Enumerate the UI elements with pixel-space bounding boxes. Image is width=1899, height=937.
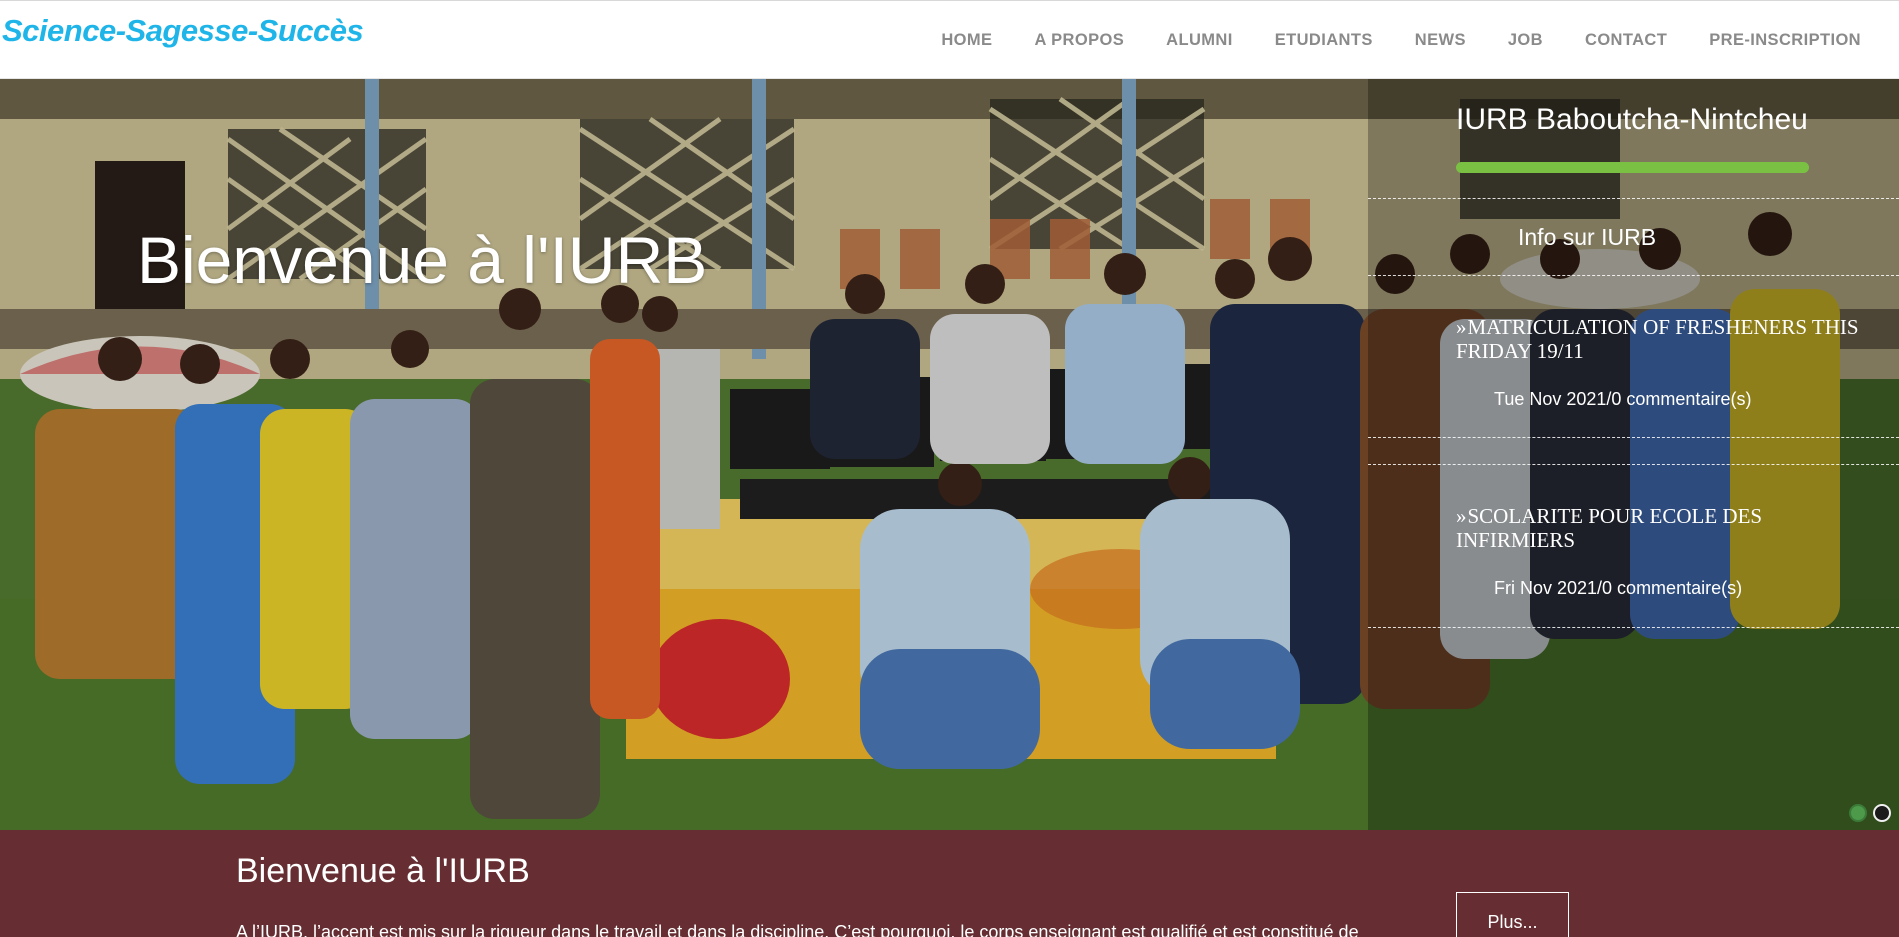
main-nav: HOME A PROPOS ALUMNI ETUDIANTS NEWS JOB … [920, 31, 1861, 50]
side-panel-title: IURB Baboutcha-Nintcheu [1456, 103, 1808, 136]
divider [1368, 437, 1899, 438]
side-panel-accent-bar [1456, 162, 1809, 173]
news-meta: Fri Nov 2021/0 commentaire(s) [1494, 578, 1743, 598]
divider [1368, 464, 1899, 465]
nav-item-alumni[interactable]: ALUMNI [1145, 31, 1254, 50]
news-item[interactable]: »MATRICULATION OF FRESHENERS THIS FRIDAY… [1456, 315, 1876, 410]
site-brand[interactable]: Science-Sagesse-Succès [2, 13, 364, 49]
nav-item-contact[interactable]: CONTACT [1564, 31, 1688, 50]
news-title-text: MATRICULATION OF FRESHENERS THIS FRIDAY … [1456, 315, 1859, 363]
divider [1368, 627, 1899, 628]
news-title[interactable]: »MATRICULATION OF FRESHENERS THIS FRIDAY… [1456, 315, 1876, 363]
news-meta: Tue Nov 2021/0 commentaire(s) [1494, 389, 1752, 409]
side-panel-subtitle[interactable]: Info sur IURB [1518, 224, 1656, 251]
welcome-title: Bienvenue à l'IURB [236, 852, 530, 890]
nav-item-pre-inscription[interactable]: PRE-INSCRIPTION [1688, 31, 1861, 50]
slider-dot[interactable] [1849, 804, 1867, 822]
hero-section: Bienvenue à l'IURB IURB Baboutcha-Nintch… [0, 79, 1899, 830]
news-title-text: SCOLARITE POUR ECOLE DES INFIRMIERS [1456, 504, 1763, 552]
nav-item-news[interactable]: NEWS [1394, 31, 1487, 50]
info-side-panel: IURB Baboutcha-Nintcheu Info sur IURB »M… [1368, 79, 1899, 830]
nav-item-home[interactable]: HOME [920, 31, 1013, 50]
double-chevron-right-icon: » [1456, 504, 1467, 528]
welcome-section: Bienvenue à l'IURB A l’IURB, l’accent es… [0, 830, 1899, 937]
news-item[interactable]: »SCOLARITE POUR ECOLE DES INFIRMIERS Fri… [1456, 504, 1876, 599]
news-title[interactable]: »SCOLARITE POUR ECOLE DES INFIRMIERS [1456, 504, 1876, 552]
slider-pagination [1849, 804, 1891, 822]
top-navbar: Science-Sagesse-Succès HOME A PROPOS ALU… [0, 0, 1899, 79]
nav-item-etudiants[interactable]: ETUDIANTS [1254, 31, 1394, 50]
double-chevron-right-icon: » [1456, 315, 1467, 339]
nav-item-a-propos[interactable]: A PROPOS [1013, 31, 1145, 50]
welcome-text: A l’IURB, l’accent est mis sur la rigueu… [236, 922, 1359, 937]
divider [1368, 198, 1899, 199]
divider [1368, 275, 1899, 276]
nav-item-job[interactable]: JOB [1487, 31, 1564, 50]
more-button[interactable]: Plus... [1456, 892, 1569, 937]
hero-title: Bienvenue à l'IURB [137, 223, 708, 297]
slider-dot-active[interactable] [1873, 804, 1891, 822]
